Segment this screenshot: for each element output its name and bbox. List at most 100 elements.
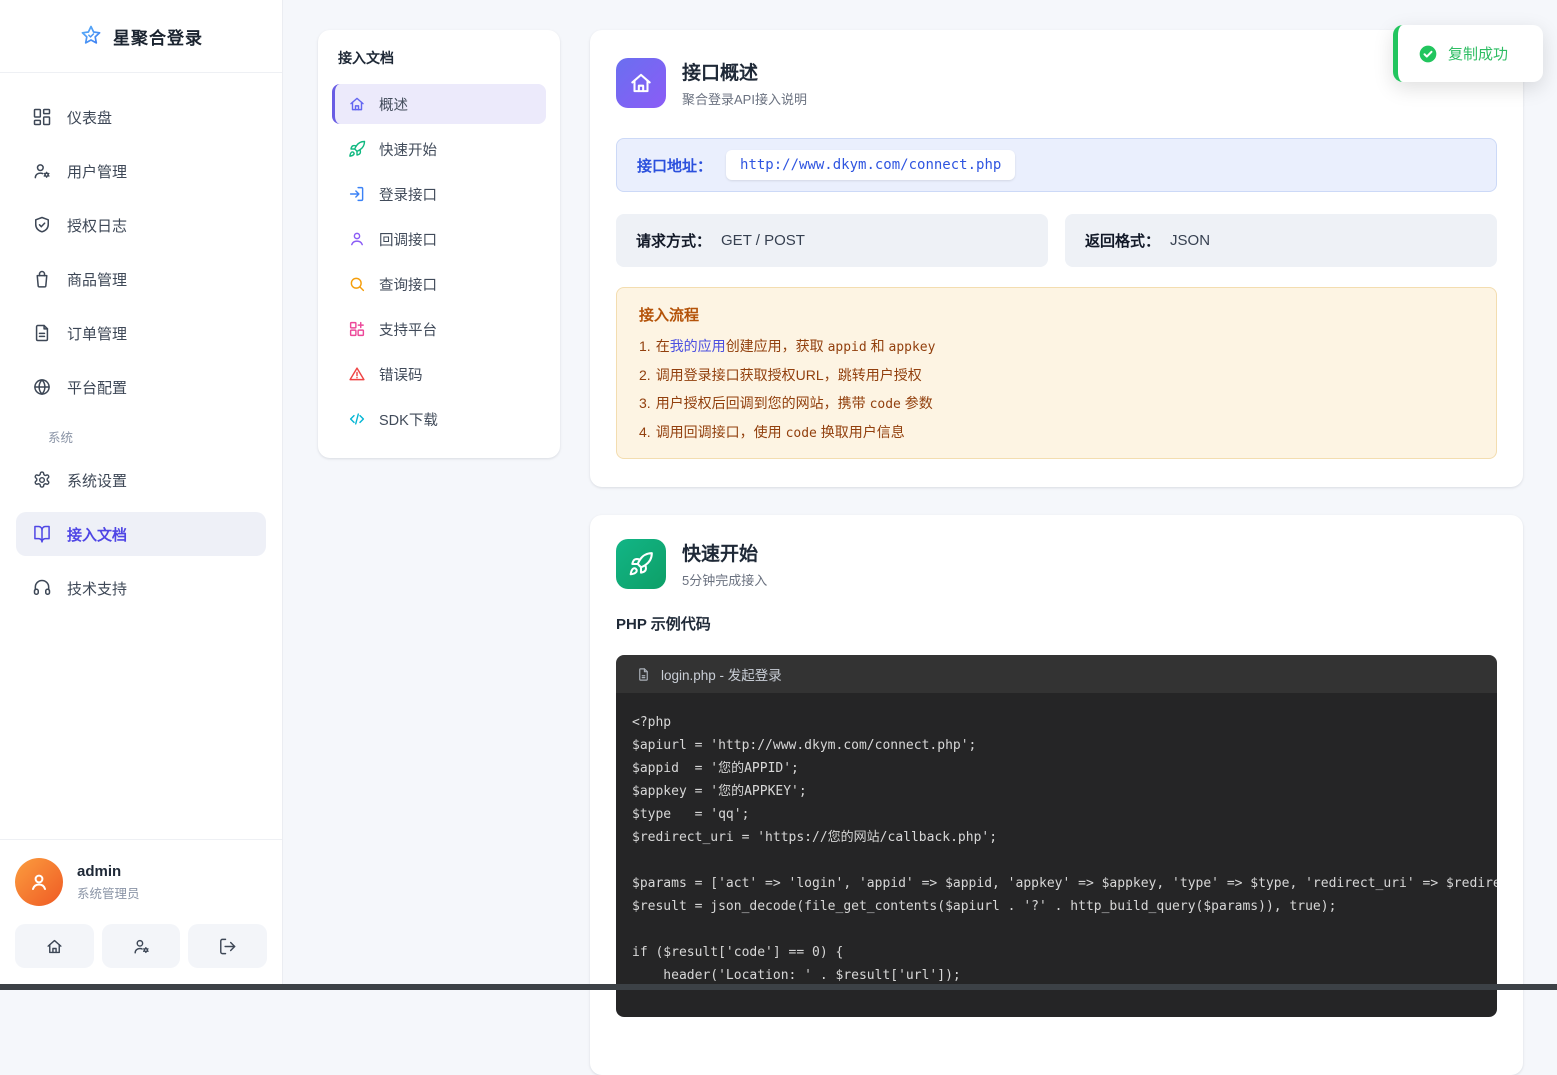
user-meta: admin 系统管理员: [77, 863, 140, 902]
user-cog-icon: [32, 161, 52, 181]
quick-buttons: [15, 924, 267, 968]
api-url-chip[interactable]: http://www.dkym.com/connect.php: [726, 150, 1015, 180]
step-text: 在: [656, 338, 670, 354]
quickstart-titles: 快速开始 5分钟完成接入: [682, 539, 767, 589]
home-icon: [628, 70, 654, 96]
check-circle-icon: [1418, 44, 1438, 64]
quickstart-card-icon: [616, 539, 666, 589]
sidebar-item-platform-config[interactable]: 平台配置: [16, 365, 266, 409]
request-method-box: 请求方式： GET / POST: [616, 214, 1048, 267]
sidebar-item-orders[interactable]: 订单管理: [16, 311, 266, 355]
request-method-label: 请求方式：: [636, 230, 711, 251]
docs-nav-label: 回调接口: [379, 229, 437, 250]
code-line: [632, 849, 1481, 872]
code-line: $appid = '您的APPID';: [632, 757, 1481, 780]
docs-nav-item-sdk-download[interactable]: SDK下载: [332, 399, 546, 439]
shield-check-icon: [32, 215, 52, 235]
user-role: 系统管理员: [77, 883, 140, 902]
globe-icon: [32, 377, 52, 397]
code-line: $redirect_uri = 'https://您的网站/callback.p…: [632, 826, 1481, 849]
docs-nav-item-callback-api[interactable]: 回调接口: [332, 219, 546, 259]
code-token: code: [870, 397, 901, 412]
code-line: $apiurl = 'http://www.dkym.com/connect.p…: [632, 734, 1481, 757]
sidebar-item-system-settings[interactable]: 系统设置: [16, 458, 266, 502]
sidebar-item-label: 平台配置: [67, 377, 127, 398]
home-icon: [348, 95, 366, 113]
page-subtitle: 聚合登录API接入说明: [682, 89, 807, 108]
code-token: appid: [828, 340, 867, 355]
sidebar-item-support[interactable]: 技术支持: [16, 566, 266, 610]
section-subtitle: 5分钟完成接入: [682, 570, 767, 589]
sidebar-menu: 仪表盘 用户管理 授权日志 商品管理 订单管理 平台配置 系统 系统设置: [0, 73, 282, 610]
flow-step-1: 1.在我的应用创建应用，获取 appid 和 appkey: [639, 337, 1474, 357]
step-text: 和: [867, 338, 889, 354]
sidebar-item-dashboard[interactable]: 仪表盘: [16, 95, 266, 139]
home-icon: [45, 937, 64, 956]
response-format-value: JSON: [1170, 232, 1210, 249]
code-body[interactable]: <?php $apiurl = 'http://www.dkym.com/con…: [616, 693, 1497, 1017]
user-icon: [27, 870, 51, 894]
quickstart-header: 快速开始 5分钟完成接入: [616, 539, 1497, 589]
overview-header: 接口概述 聚合登录API接入说明: [616, 58, 1497, 108]
sidebar-item-label: 用户管理: [67, 161, 127, 182]
flow-step-2: 2.调用登录接口获取授权URL，跳转用户授权: [639, 366, 1474, 385]
home-button[interactable]: [15, 924, 94, 968]
docs-nav-item-query-api[interactable]: 查询接口: [332, 264, 546, 304]
code-token: code: [786, 426, 817, 441]
code-line: [632, 918, 1481, 941]
rocket-icon: [348, 140, 366, 158]
section-title: 快速开始: [682, 539, 767, 566]
sidebar-item-label: 仪表盘: [67, 107, 112, 128]
code-filename: login.php - 发起登录: [661, 664, 782, 684]
book-open-icon: [32, 524, 52, 544]
profile-button[interactable]: [102, 924, 181, 968]
docs-nav-item-platforms[interactable]: 支持平台: [332, 309, 546, 349]
step-text: 用户授权后回调到您的网站，携带: [656, 395, 870, 411]
overview-card: 接口概述 聚合登录API接入说明 接口地址： http://www.dkym.c…: [590, 30, 1523, 487]
docs-nav-label: SDK下载: [379, 409, 438, 430]
sidebar-item-docs[interactable]: 接入文档: [16, 512, 266, 556]
bottom-edge-strip: [0, 984, 1557, 990]
docs-nav-item-login-api[interactable]: 登录接口: [332, 174, 546, 214]
alert-triangle-icon: [348, 365, 366, 383]
sidebar-item-products[interactable]: 商品管理: [16, 257, 266, 301]
docs-nav-item-error-codes[interactable]: 错误码: [332, 354, 546, 394]
code-line: $result = json_decode(file_get_contents(…: [632, 895, 1481, 918]
sidebar-item-label: 接入文档: [67, 524, 127, 545]
sidebar-user-block: admin 系统管理员: [0, 839, 282, 984]
docs-nav-item-quickstart[interactable]: 快速开始: [332, 129, 546, 169]
app-logo: 星聚合登录: [0, 0, 282, 73]
docs-nav-label: 错误码: [379, 364, 423, 385]
sidebar-item-users[interactable]: 用户管理: [16, 149, 266, 193]
logout-button[interactable]: [188, 924, 267, 968]
user-row: admin 系统管理员: [15, 858, 267, 906]
quickstart-card: 快速开始 5分钟完成接入 PHP 示例代码 login.php - 发起登录 <…: [590, 515, 1523, 1075]
code-line: $params = ['act' => 'login', 'appid' => …: [632, 872, 1481, 895]
docs-nav-item-overview[interactable]: 概述: [332, 84, 546, 124]
login-icon: [348, 185, 366, 203]
sidebar: 星聚合登录 仪表盘 用户管理 授权日志 商品管理 订单管理 平台配置 系统: [0, 0, 283, 990]
logout-icon: [218, 937, 237, 956]
star-logo-icon: [79, 24, 103, 48]
api-address-label: 接口地址：: [637, 155, 712, 176]
api-address-box: 接口地址： http://www.dkym.com/connect.php: [616, 138, 1497, 192]
flow-step-4: 4.调用回调接口，使用 code 换取用户信息: [639, 423, 1474, 443]
docs-nav-label: 快速开始: [379, 139, 437, 160]
search-icon: [348, 275, 366, 293]
step-text: 换取用户信息: [817, 424, 905, 440]
code-icon: [348, 410, 366, 428]
docs-nav-label: 查询接口: [379, 274, 437, 295]
step-text: 创建应用，获取: [726, 338, 828, 354]
overview-card-icon: [616, 58, 666, 108]
headset-icon: [32, 578, 52, 598]
toast-message: 复制成功: [1448, 43, 1508, 64]
dashboard-icon: [32, 107, 52, 127]
flow-step-3: 3.用户授权后回调到您的网站，携带 code 参数: [639, 394, 1474, 414]
my-apps-link[interactable]: 我的应用: [670, 338, 726, 354]
file-icon: [636, 667, 651, 682]
file-text-icon: [32, 323, 52, 343]
docs-nav-label: 登录接口: [379, 184, 437, 205]
step-text: 调用登录接口获取授权URL，跳转用户授权: [656, 367, 922, 383]
step-number: 1.: [639, 338, 651, 354]
sidebar-item-auth-logs[interactable]: 授权日志: [16, 203, 266, 247]
